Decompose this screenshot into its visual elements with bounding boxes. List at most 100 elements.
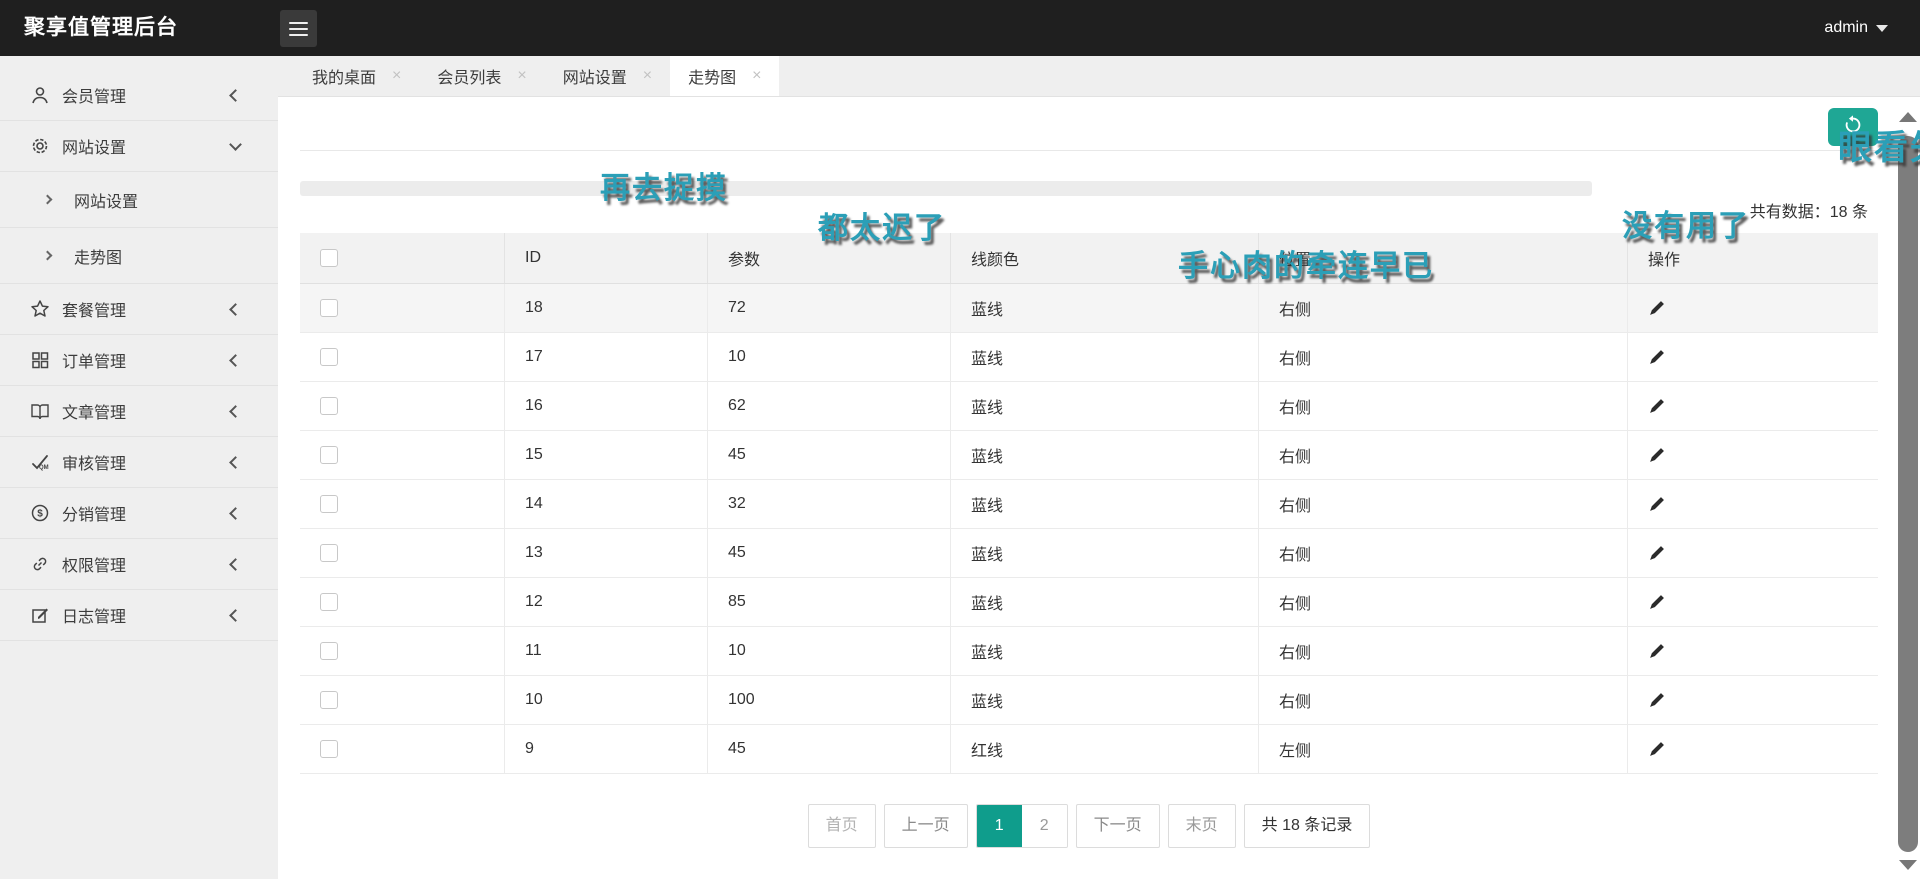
row-checkbox[interactable]: [320, 348, 338, 366]
grid-icon: [30, 350, 50, 370]
svg-text:$: $: [37, 509, 43, 520]
row-checkbox[interactable]: [320, 495, 338, 513]
pencil-icon[interactable]: [1648, 741, 1665, 758]
table-row: 10 100 蓝线 右侧: [300, 676, 1878, 725]
row-checkbox[interactable]: [320, 642, 338, 660]
table-row: 14 32 蓝线 右侧: [300, 480, 1878, 529]
link-icon: [30, 554, 50, 574]
last-page-button[interactable]: 末页: [1168, 804, 1236, 848]
data-table: ID 参数 线颜色 位置 操作 18 72 蓝线 右侧 17 10 蓝线 右侧 …: [300, 233, 1878, 774]
tab-member-list[interactable]: 会员列表 ×: [419, 56, 544, 96]
chevron-left-icon: [229, 303, 242, 316]
select-all-checkbox[interactable]: [320, 249, 338, 267]
sidebar-item-packages[interactable]: 套餐管理: [0, 284, 278, 335]
star-icon: [30, 299, 50, 319]
pencil-icon[interactable]: [1648, 692, 1665, 709]
total-count-label: 共有数据：18 条: [1560, 198, 1868, 222]
total-records-label: 共 18 条记录: [1244, 804, 1371, 848]
tab-trend-chart[interactable]: 走势图 ×: [670, 56, 779, 96]
column-header-action: 操作: [1628, 233, 1878, 283]
user-name: admin: [1824, 19, 1868, 37]
row-checkbox[interactable]: [320, 299, 338, 317]
svg-text:QM: QM: [39, 465, 49, 471]
audit-icon: QM: [30, 452, 50, 472]
chevron-down-icon: [229, 138, 242, 151]
page-numbers: 1 2: [976, 804, 1068, 848]
dollar-icon: $: [30, 503, 50, 523]
page-button-1[interactable]: 1: [977, 805, 1022, 847]
table-row: 9 45 红线 左侧: [300, 725, 1878, 774]
row-checkbox[interactable]: [320, 544, 338, 562]
row-checkbox[interactable]: [320, 397, 338, 415]
chevron-right-icon: [43, 195, 53, 205]
chevron-left-icon: [229, 507, 242, 520]
app-header: 聚享值管理后台 admin: [0, 0, 1920, 56]
close-icon[interactable]: ×: [517, 67, 526, 85]
chevron-left-icon: [229, 405, 242, 418]
user-dropdown[interactable]: admin: [1824, 0, 1888, 56]
sidebar-item-logs[interactable]: 日志管理: [0, 590, 278, 641]
column-header-param: 参数: [708, 233, 951, 283]
table-row: 18 72 蓝线 右侧: [300, 284, 1878, 333]
close-icon[interactable]: ×: [752, 67, 761, 85]
column-header-position: 位置: [1259, 233, 1628, 283]
row-checkbox[interactable]: [320, 691, 338, 709]
pencil-icon[interactable]: [1648, 300, 1665, 317]
pencil-icon[interactable]: [1648, 643, 1665, 660]
pencil-icon[interactable]: [1648, 594, 1665, 611]
sidebar-subitem-site-settings[interactable]: 网站设置: [0, 172, 278, 228]
sidebar-item-distribution[interactable]: $ 分销管理: [0, 488, 278, 539]
scrollbar-up-arrow[interactable]: [1899, 112, 1917, 122]
sidebar-item-review[interactable]: QM 审核管理: [0, 437, 278, 488]
scrollbar-down-arrow[interactable]: [1899, 860, 1917, 870]
gear-icon: [30, 136, 50, 156]
table-row: 12 85 蓝线 右侧: [300, 578, 1878, 627]
sidebar-item-articles[interactable]: 文章管理: [0, 386, 278, 437]
chevron-left-icon: [229, 456, 242, 469]
close-icon[interactable]: ×: [643, 67, 652, 85]
chevron-left-icon: [229, 558, 242, 571]
chevron-left-icon: [229, 354, 242, 367]
next-page-button[interactable]: 下一页: [1076, 804, 1160, 848]
pencil-icon[interactable]: [1648, 447, 1665, 464]
sidebar: 会员管理 网站设置 网站设置 走势图 套餐管理 订单管理 文章管理: [0, 56, 278, 879]
pencil-icon[interactable]: [1648, 496, 1665, 513]
column-header-id: ID: [505, 233, 708, 283]
menu-icon: [289, 22, 308, 40]
tab-site-settings[interactable]: 网站设置 ×: [545, 56, 670, 96]
refresh-button[interactable]: [1828, 108, 1878, 146]
book-icon: [30, 401, 50, 421]
content-toolbar: [300, 97, 1878, 151]
sidebar-subitem-trend-chart[interactable]: 走势图: [0, 228, 278, 284]
pencil-icon[interactable]: [1648, 545, 1665, 562]
first-page-button[interactable]: 首页: [808, 804, 876, 848]
row-checkbox[interactable]: [320, 593, 338, 611]
tab-bar: 我的桌面 × 会员列表 × 网站设置 × 走势图 ×: [278, 56, 1920, 97]
sidebar-item-permissions[interactable]: 权限管理: [0, 539, 278, 590]
sidebar-item-members[interactable]: 会员管理: [0, 70, 278, 121]
prev-page-button[interactable]: 上一页: [884, 804, 968, 848]
row-checkbox[interactable]: [320, 740, 338, 758]
pencil-icon[interactable]: [1648, 398, 1665, 415]
app-title: 聚享值管理后台: [24, 0, 178, 56]
table-row: 16 62 蓝线 右侧: [300, 382, 1878, 431]
tab-my-desktop[interactable]: 我的桌面 ×: [294, 56, 419, 96]
pencil-icon[interactable]: [1648, 349, 1665, 366]
sidebar-toggle-button[interactable]: [280, 10, 317, 47]
sidebar-item-site-settings[interactable]: 网站设置: [0, 121, 278, 172]
row-checkbox[interactable]: [320, 446, 338, 464]
column-header-line-color: 线颜色: [951, 233, 1259, 283]
refresh-icon: [1842, 114, 1864, 141]
table-row: 11 10 蓝线 右侧: [300, 627, 1878, 676]
table-row: 15 45 蓝线 右侧: [300, 431, 1878, 480]
page-button-2[interactable]: 2: [1022, 805, 1067, 847]
caret-down-icon: [1876, 25, 1888, 32]
close-icon[interactable]: ×: [392, 67, 401, 85]
scrollbar-thumb[interactable]: [1898, 136, 1918, 852]
edit-icon: [30, 605, 50, 625]
chevron-left-icon: [229, 609, 242, 622]
table-header-row: ID 参数 线颜色 位置 操作: [300, 233, 1878, 284]
sidebar-item-orders[interactable]: 订单管理: [0, 335, 278, 386]
toolbar-placeholder-bar: [300, 181, 1592, 196]
chevron-left-icon: [229, 89, 242, 102]
